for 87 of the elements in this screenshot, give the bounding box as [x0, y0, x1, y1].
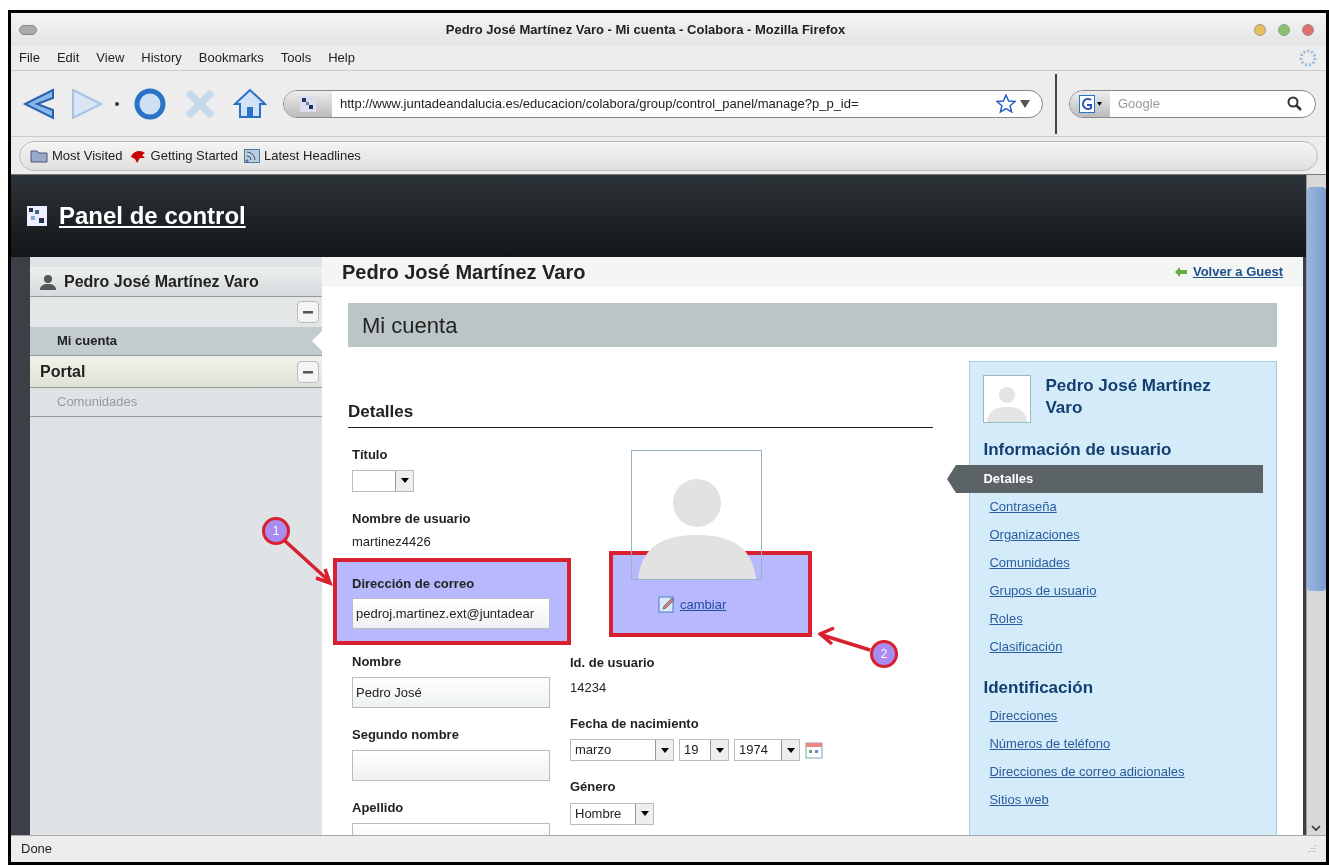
window-title: Pedro José Martínez Varo - Mi cuenta - Colabora - Mozilla Firefox [444, 20, 847, 39]
day-select[interactable]: 19 [679, 739, 729, 761]
search-input[interactable]: Google [1118, 93, 1287, 114]
nav-link[interactable]: Sitios web [970, 786, 1276, 814]
nav-link[interactable]: Números de teléfono [970, 730, 1276, 758]
gender-select[interactable]: Hombre [570, 802, 654, 825]
arrow-left-icon [1174, 267, 1187, 277]
url-field[interactable]: http://www.juntadeandalucia.es/educacion/colabora/group/control_panel/manage?p_p_id= [283, 89, 1043, 118]
edit-icon [658, 595, 676, 614]
search-engine-button[interactable] [1070, 90, 1110, 117]
field-label: Id. de usuario [570, 653, 656, 672]
month-select[interactable]: marzo [570, 739, 674, 761]
url-text: http://www.juntadeandalucia.es/educacion/colabora/group/control_panel/manage?p_p_id= [340, 94, 860, 113]
nav-link[interactable]: Comunidades [970, 548, 1276, 577]
search-icon[interactable] [1287, 95, 1303, 112]
text-input[interactable] [352, 749, 550, 781]
title-select[interactable] [352, 469, 414, 492]
menu-item[interactable]: Edit [56, 48, 80, 68]
close-button[interactable] [1302, 23, 1314, 36]
nav-link[interactable]: Roles [970, 604, 1276, 633]
selection-pointer-icon [947, 464, 957, 493]
bookmark-item[interactable]: Getting Started [128, 145, 239, 166]
annotation-arrow [818, 626, 872, 654]
nav-link[interactable]: Contraseña [970, 492, 1276, 521]
nav-section-title: Información de usuario [982, 439, 1173, 461]
user-name: Pedro José Martínez Varo [1045, 375, 1212, 419]
menu-item[interactable]: History [141, 48, 182, 68]
menu-item[interactable]: Help [328, 48, 355, 68]
site-favicon-icon [300, 95, 316, 112]
text-input[interactable]: Pedro José [352, 676, 550, 708]
back-link[interactable]: Volver a Guest [1174, 262, 1283, 282]
search-engine-icon [1078, 94, 1095, 113]
year-select[interactable]: 1974 [734, 739, 800, 761]
nav-section-title: Identificación [982, 676, 1095, 699]
search-field[interactable]: Google [1069, 89, 1316, 118]
caret-icon [1096, 101, 1102, 106]
minimize-button[interactable] [1254, 23, 1266, 36]
feed-icon [244, 148, 261, 163]
change-photo-link[interactable]: cambiar [658, 594, 727, 614]
sidebar-item[interactable]: Mi cuenta [30, 327, 322, 355]
text-input[interactable]: pedroj.martinez.ext@juntadear [352, 597, 550, 629]
menu-item[interactable]: Bookmarks [198, 48, 264, 68]
sidebar-section-title: Pedro José Martínez Varo [64, 271, 259, 292]
scrollbar-thumb[interactable] [1307, 187, 1326, 591]
nav-link[interactable]: Clasificación [970, 632, 1276, 661]
field-label: Nombre de usuario [352, 510, 472, 527]
maximize-button[interactable] [1278, 23, 1290, 36]
back-button[interactable] [21, 86, 57, 121]
page-heading: Pedro José Martínez Varo [342, 260, 586, 285]
user-icon [40, 273, 56, 290]
reload-button[interactable] [133, 86, 167, 121]
scrollbar[interactable] [1306, 175, 1326, 835]
field-label: Apellido [352, 799, 405, 816]
status-text: Done [21, 840, 53, 859]
section-title-bar: Mi cuenta [348, 303, 1277, 347]
form-heading: Detalles [348, 399, 934, 428]
field-label: Segundo nombre [352, 726, 460, 743]
menu-item[interactable]: Tools [280, 48, 312, 68]
window-menu-button[interactable] [19, 24, 37, 35]
field-value: 14234 [570, 679, 608, 697]
field-label: Dirección de correo [352, 575, 476, 592]
menu-item[interactable]: View [96, 48, 125, 68]
loading-throbber-icon [1298, 48, 1318, 68]
field-label: Nombre [352, 653, 403, 670]
folder-icon [30, 148, 48, 163]
bookmark-star-icon[interactable] [996, 93, 1016, 114]
sidebar-section-title: Portal [40, 361, 86, 382]
calendar-icon[interactable] [805, 741, 823, 759]
site-identity-button[interactable] [284, 90, 332, 117]
home-button[interactable] [233, 86, 267, 121]
field-label: Género [570, 778, 617, 796]
bookmark-item[interactable]: Most Visited [30, 145, 123, 166]
field-label: Fecha de nacimiento [570, 714, 700, 733]
nav-link[interactable]: Organizaciones [970, 520, 1276, 549]
collapse-button[interactable] [297, 360, 319, 383]
control-panel-logo-icon [27, 206, 47, 226]
nav-link[interactable]: Grupos de usuario [970, 576, 1276, 605]
field-value: martinez4426 [352, 533, 432, 550]
history-dropdown-icon[interactable] [113, 99, 121, 108]
resize-grip-icon [1306, 844, 1316, 854]
menu-item[interactable]: File [19, 48, 40, 68]
nav-link[interactable]: Direcciones de correo adicionales [970, 758, 1276, 786]
collapse-button[interactable] [297, 301, 319, 323]
bookmark-item[interactable]: Latest Headlines [244, 145, 361, 166]
nav-link[interactable]: Direcciones [970, 702, 1276, 730]
page-title-link[interactable]: Panel de control [59, 198, 246, 234]
field-label: Título [352, 446, 389, 463]
